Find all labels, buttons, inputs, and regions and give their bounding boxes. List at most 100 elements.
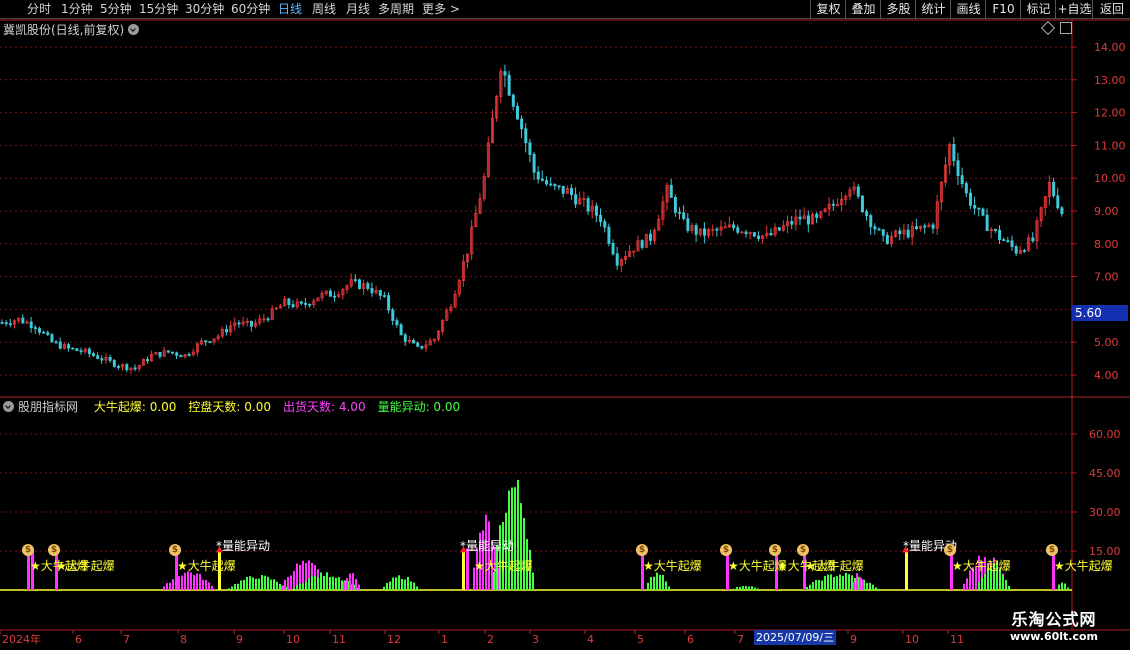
ind-bar (662, 574, 664, 590)
period-tab-9[interactable]: 多周期 (378, 1, 414, 18)
candle-body (511, 94, 515, 107)
candle-body (378, 290, 382, 296)
candle-body (831, 203, 835, 206)
candle-body (366, 283, 370, 289)
x-axis-label: 7 (737, 633, 744, 646)
candle-body (249, 320, 253, 327)
period-tab-4[interactable]: 30分钟 (185, 1, 224, 18)
candle-body (964, 183, 968, 194)
ind-bar (523, 518, 525, 590)
money-bag-icon: $ (22, 544, 34, 556)
ind-bar (252, 577, 254, 590)
period-tab-1[interactable]: 1分钟 (61, 1, 93, 18)
ind-bar (383, 586, 385, 590)
candle-body (536, 171, 540, 180)
ind-bar (878, 588, 880, 590)
toolbar-button-5[interactable]: F10 (985, 0, 1021, 19)
money-bag-icon: $ (48, 544, 60, 556)
ind-bar (413, 582, 415, 590)
ind-bar (202, 579, 204, 590)
ind-bar (264, 575, 266, 590)
toolbar-button-0[interactable]: 复权 (810, 0, 846, 19)
toolbar-button-6[interactable]: 标记 (1020, 0, 1056, 19)
toolbar-button-7[interactable]: +自选 (1055, 0, 1093, 19)
signal-label-big-bull: ★大牛起爆 (177, 559, 236, 573)
candle-body (112, 359, 116, 367)
candle-body (570, 187, 574, 196)
toolbar-button-3[interactable]: 统计 (915, 0, 951, 19)
candle-body (420, 345, 424, 349)
candle-body (515, 105, 519, 120)
ind-bar (653, 576, 655, 590)
ind-bar (196, 573, 198, 590)
period-tab-2[interactable]: 5分钟 (100, 1, 132, 18)
x-axis-label: 7 (123, 633, 130, 646)
candle-body (553, 183, 557, 187)
candle-body (532, 153, 536, 173)
toolbar-button-1[interactable]: 叠加 (845, 0, 881, 19)
ind-bar (824, 575, 826, 590)
candle-body (291, 304, 295, 308)
period-tab-3[interactable]: 15分钟 (139, 1, 178, 18)
pane-toggle-icon[interactable] (1060, 22, 1072, 34)
toolbar-button-8[interactable]: 返回 (1092, 0, 1130, 19)
ind-bar (311, 576, 313, 590)
ind-bar (1067, 587, 1069, 590)
toolbar-button-4[interactable]: 画线 (950, 0, 986, 19)
candle-body (607, 226, 611, 244)
money-bag-icon: $ (797, 544, 809, 556)
ind-bar (875, 587, 877, 590)
candle-body (885, 234, 889, 245)
candle-body (304, 302, 308, 305)
period-tab-8[interactable]: 月线 (346, 1, 370, 18)
period-tab-0[interactable]: 分时 (27, 1, 51, 18)
ind-tick-label: 60.00 (1089, 428, 1121, 441)
ind-bar (329, 577, 331, 590)
ind-bar (163, 586, 165, 590)
ind-bar (166, 583, 168, 590)
chevron-down-icon[interactable] (3, 401, 14, 412)
ind-bar (296, 585, 298, 590)
candle-body (133, 367, 137, 370)
ind-bar (818, 580, 820, 590)
chart-title: 冀凯股份(日线,前复权) (3, 21, 140, 38)
money-bag-icon: $ (720, 544, 732, 556)
candle-body (599, 214, 603, 222)
ind-bar (343, 581, 345, 590)
candle-body (528, 142, 532, 155)
ind-bar (335, 577, 337, 590)
toolbar-button-2[interactable]: 多股 (880, 0, 916, 19)
candle-body (179, 354, 183, 358)
watermark-url: www.60lt.com (1009, 630, 1099, 643)
candle-body (981, 208, 985, 216)
period-tab-6[interactable]: 日线 (278, 1, 302, 18)
ind-bar (320, 572, 322, 590)
candle-body (391, 309, 395, 321)
ind-bar (205, 580, 207, 590)
candle-body (187, 354, 191, 356)
candle-body (416, 342, 420, 347)
ind-bar (407, 576, 409, 590)
ind-bar (981, 577, 983, 590)
candle-body (960, 175, 964, 185)
period-tab-5[interactable]: 60分钟 (231, 1, 270, 18)
period-tab-10[interactable]: 更多 > (422, 1, 460, 18)
candle-body (328, 290, 332, 297)
candle-body (1010, 240, 1014, 248)
candle-body (969, 192, 973, 206)
candle-body (1014, 246, 1018, 254)
period-tab-7[interactable]: 周线 (312, 1, 336, 18)
ind-bar (856, 573, 858, 590)
candle-body (1052, 181, 1056, 197)
watermark: 乐淘公式网 www.60lt.com (990, 606, 1118, 643)
ind-bar (830, 574, 832, 590)
ind-bar (978, 582, 980, 590)
ind-bar (984, 574, 986, 590)
candle-body (998, 229, 1002, 240)
price-tick-label: 4.00 (1094, 369, 1119, 382)
candle-body (815, 213, 819, 218)
chevron-down-icon[interactable] (128, 24, 140, 35)
ind-bar (193, 575, 195, 590)
ind-bar (839, 574, 841, 590)
candle-body (46, 332, 50, 336)
